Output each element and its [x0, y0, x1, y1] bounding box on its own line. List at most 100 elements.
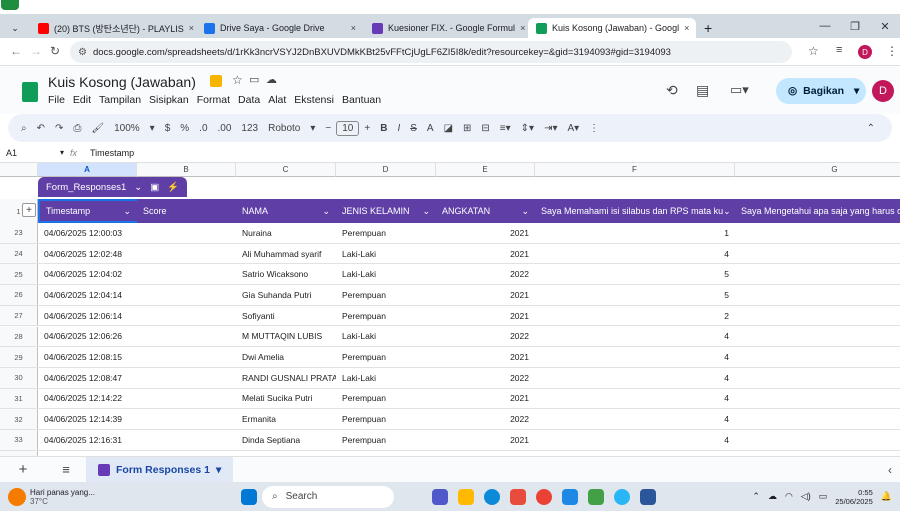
- print-icon[interactable]: ⎙: [68, 123, 86, 134]
- folder-badge-icon[interactable]: [210, 75, 222, 87]
- cell-jk[interactable]: Perempuan: [336, 223, 436, 243]
- header-angkatan[interactable]: ANGKATAN ⌄: [436, 199, 535, 223]
- menu-extensions[interactable]: Ekstensi: [294, 94, 334, 106]
- office-icon[interactable]: [510, 488, 526, 505]
- cell-f[interactable]: 4: [535, 409, 735, 429]
- menu-data[interactable]: Data: [238, 94, 260, 106]
- cell-nama[interactable]: Melati Sucika Putri: [236, 389, 336, 409]
- header-nama[interactable]: NAMA ⌄: [236, 199, 336, 223]
- more-formats[interactable]: 123: [236, 123, 263, 134]
- more-icon[interactable]: ⋮: [584, 123, 604, 134]
- decrease-decimal[interactable]: .0: [194, 123, 212, 134]
- cell-ang[interactable]: 2021: [436, 223, 535, 243]
- star-icon[interactable]: ☆: [232, 73, 243, 87]
- weather-widget[interactable]: Hari panas yang... 37°C: [8, 487, 208, 506]
- cell-jk[interactable]: Laki-Laki: [336, 244, 436, 264]
- profile-avatar[interactable]: D: [858, 45, 872, 59]
- row-number[interactable]: 31: [0, 388, 38, 409]
- tab-search-button[interactable]: ⌄: [0, 18, 30, 38]
- cell-nama[interactable]: Ermanita: [236, 409, 336, 429]
- cell-nama[interactable]: Gia Suhanda Putri: [236, 285, 336, 305]
- cell-ts[interactable]: 04/06/2025 12:02:48: [38, 244, 137, 264]
- cell-f[interactable]: 1: [535, 223, 735, 243]
- row-number[interactable]: 33: [0, 430, 38, 450]
- row-number[interactable]: 29: [0, 347, 38, 367]
- cell-ang[interactable]: 2021: [436, 347, 535, 367]
- volume-icon[interactable]: ◁): [801, 491, 811, 502]
- row-number[interactable]: 27: [0, 305, 38, 326]
- cell-ang[interactable]: 2021: [436, 285, 535, 305]
- meet-icon[interactable]: ▭▾: [730, 82, 749, 98]
- collapse-toolbar-icon[interactable]: ⌃: [862, 123, 880, 134]
- cell-f[interactable]: 5: [535, 285, 735, 305]
- column-header-a[interactable]: A: [38, 163, 137, 177]
- column-header-g[interactable]: G: [735, 163, 900, 177]
- back-icon[interactable]: ←: [10, 44, 22, 58]
- menu-icon[interactable]: ⋮: [886, 44, 898, 58]
- header-score[interactable]: Score: [137, 199, 236, 223]
- history-icon[interactable]: ⟲: [666, 82, 678, 99]
- zoom-select[interactable]: 100%: [109, 123, 145, 134]
- reload-icon[interactable]: ↻: [50, 44, 60, 58]
- row-number[interactable]: 30: [0, 367, 38, 388]
- close-icon[interactable]: ×: [684, 23, 689, 33]
- chevron-down-icon[interactable]: ⌄: [322, 206, 330, 217]
- cell-ts[interactable]: 04/06/2025 12:04:02: [38, 264, 137, 284]
- store-icon[interactable]: [562, 488, 578, 505]
- row-number[interactable]: 28: [0, 326, 38, 347]
- cell-f[interactable]: 4: [535, 430, 735, 450]
- column-header-b[interactable]: B: [137, 163, 236, 177]
- cell-ang[interactable]: 2022: [436, 327, 535, 347]
- header-question-f[interactable]: Saya Memahami isi silabus dan RPS mata k…: [535, 199, 735, 223]
- add-column-icon[interactable]: +: [22, 203, 36, 217]
- restore-icon[interactable]: ❐: [840, 14, 870, 38]
- cell-ang[interactable]: 2021: [436, 244, 535, 264]
- italic-button[interactable]: I: [392, 123, 405, 134]
- close-icon[interactable]: ×: [520, 23, 525, 33]
- wifi-icon[interactable]: ◠: [785, 491, 793, 502]
- doc-title[interactable]: Kuis Kosong (Jawaban): [48, 74, 196, 90]
- cell-jk[interactable]: Perempuan: [336, 409, 436, 429]
- cell-ang[interactable]: 2022: [436, 409, 535, 429]
- cell-nama[interactable]: Satrio Wicaksono: [236, 264, 336, 284]
- strikethrough-button[interactable]: S: [405, 123, 422, 134]
- cell-f[interactable]: 4: [535, 368, 735, 388]
- percent-format[interactable]: %: [175, 123, 194, 134]
- search-menus-icon[interactable]: ⌕: [16, 123, 32, 134]
- cell-ts[interactable]: 04/06/2025 12:04:14: [38, 285, 137, 305]
- paint-format-icon[interactable]: 🖌: [86, 123, 109, 134]
- row-number[interactable]: 24: [0, 243, 38, 264]
- new-tab-button[interactable]: +: [696, 18, 720, 38]
- sheet-tab-form-responses-1[interactable]: Form Responses 1 ▾: [86, 456, 234, 483]
- cell-jk[interactable]: Laki-Laki: [336, 264, 436, 284]
- sheets-logo-icon[interactable]: [22, 82, 38, 102]
- undo-icon[interactable]: ↶: [32, 123, 50, 134]
- cell-jk[interactable]: Perempuan: [336, 389, 436, 409]
- font-size-input[interactable]: 10: [336, 120, 360, 136]
- cell-ang[interactable]: 2022: [436, 368, 535, 388]
- chevron-up-icon[interactable]: ⌃: [752, 491, 760, 502]
- chevron-down-icon[interactable]: ▾: [60, 148, 70, 157]
- explore-collapse-icon[interactable]: ‹: [888, 463, 892, 477]
- browser-tab-2[interactable]: Kuesioner FIX. - Google Formul ×: [364, 18, 528, 38]
- menu-view[interactable]: Tampilan: [99, 94, 141, 106]
- add-sheet-button[interactable]: +: [0, 461, 46, 478]
- cell-nama[interactable]: Ali Muhammad syarif: [236, 244, 336, 264]
- fill-color-icon[interactable]: ◪: [439, 123, 458, 134]
- redo-icon[interactable]: ↷: [50, 123, 68, 134]
- close-icon[interactable]: ×: [351, 23, 356, 33]
- cell-f[interactable]: 4: [535, 347, 735, 367]
- cell-jk[interactable]: Perempuan: [336, 306, 436, 326]
- copilot-icon[interactable]: [406, 489, 422, 505]
- cell-jk[interactable]: Perempuan: [336, 347, 436, 367]
- borders-icon[interactable]: ⊞: [458, 123, 476, 134]
- url-field[interactable]: ⚙ docs.google.com/spreadsheets/d/1rKk3nc…: [70, 41, 792, 63]
- battery-icon[interactable]: ▭: [819, 491, 828, 502]
- edge-icon[interactable]: [484, 488, 500, 505]
- close-icon[interactable]: ×: [189, 23, 194, 33]
- minimize-icon[interactable]: —: [810, 14, 840, 38]
- wrap-icon[interactable]: ⇥▾: [539, 123, 562, 134]
- font-size-increase[interactable]: +: [359, 123, 375, 134]
- cell-nama[interactable]: Nuraina: [236, 223, 336, 243]
- cell-f[interactable]: 4: [535, 389, 735, 409]
